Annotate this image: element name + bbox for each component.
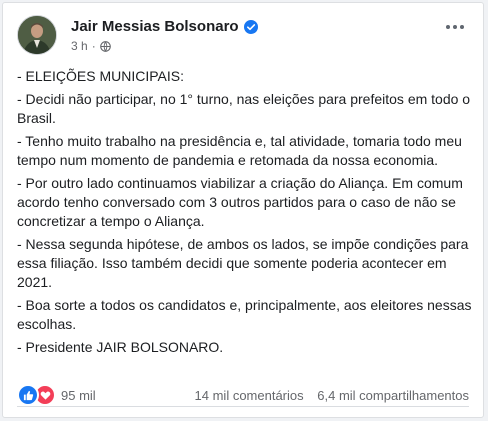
more-dot	[446, 25, 450, 29]
more-dot	[460, 25, 464, 29]
author-avatar[interactable]	[17, 15, 57, 55]
reactions-summary[interactable]: 95 mil	[17, 384, 96, 406]
post-paragraph: - Tenho muito trabalho na presidência e,…	[17, 133, 462, 168]
post-paragraph: - Por outro lado continuamos viabilizar …	[17, 175, 463, 229]
post-paragraph: - Presidente JAIR BOLSONARO.	[17, 339, 224, 355]
post-timestamp[interactable]: 3 h	[71, 39, 88, 53]
shares-count[interactable]: 6,4 mil compartilhamentos	[317, 388, 469, 403]
comments-count[interactable]: 14 mil comentários	[195, 388, 304, 403]
post-meta: 3 h ·	[71, 39, 111, 53]
more-dot	[453, 25, 457, 29]
post-paragraph: - Decidi não participar, no 1° turno, na…	[17, 91, 471, 126]
post-footer: 95 mil 14 mil comentários 6,4 mil compar…	[17, 384, 469, 406]
verified-badge-icon	[243, 19, 258, 34]
more-options-icon[interactable]	[443, 17, 467, 37]
meta-separator: ·	[91, 39, 96, 53]
like-icon	[17, 384, 39, 406]
engagement-stats: 14 mil comentários 6,4 mil compartilhame…	[195, 388, 469, 403]
post-paragraph: - Boa sorte a todos os candidatos e, pri…	[17, 297, 472, 332]
author-line: Jair Messias Bolsonaro	[71, 18, 258, 35]
author-name[interactable]: Jair Messias Bolsonaro	[71, 18, 239, 35]
globe-icon[interactable]	[99, 40, 111, 52]
post-paragraph: - ELEIÇÕES MUNICIPAIS:	[17, 68, 184, 84]
facebook-post: Jair Messias Bolsonaro 3 h · - ELEIÇÕES …	[2, 2, 484, 418]
post-body: - ELEIÇÕES MUNICIPAIS: - Decidi não part…	[17, 67, 473, 361]
reactions-count: 95 mil	[61, 387, 96, 403]
footer-divider	[17, 406, 469, 407]
post-paragraph: - Nessa segunda hipótese, de ambos os la…	[17, 236, 469, 290]
post-header: Jair Messias Bolsonaro 3 h ·	[17, 15, 473, 59]
